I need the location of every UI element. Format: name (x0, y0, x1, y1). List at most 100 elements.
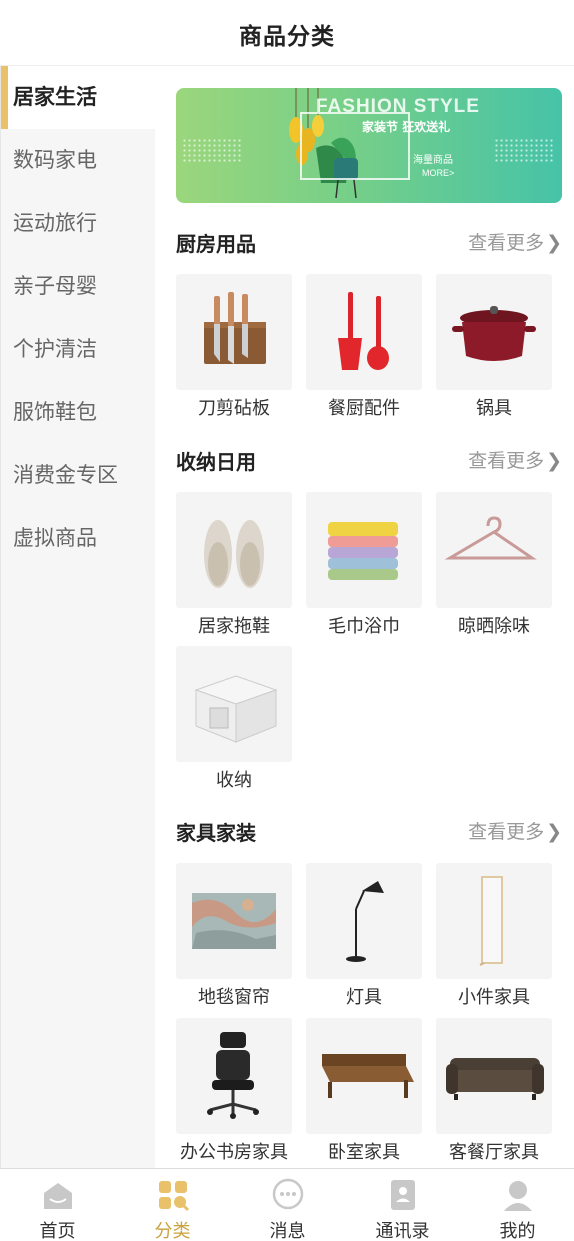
office-chair-icon (207, 1032, 259, 1119)
bed-icon (322, 1054, 414, 1098)
view-more-label: 查看更多 (468, 232, 545, 254)
knife-block-icon (204, 292, 266, 364)
banner-tagline: 海量商品 (413, 155, 453, 166)
product-thumbnail (436, 492, 552, 608)
product-thumbnail (176, 646, 292, 762)
view-more-link[interactable]: 查看更多 ❯ (468, 228, 562, 255)
category-label: 小件家具 (458, 987, 530, 1008)
product-thumbnail (436, 1018, 552, 1134)
category-label: 办公书房家具 (180, 1142, 288, 1163)
sidebar-item-sports-travel[interactable]: 运动旅行 (1, 192, 155, 255)
category-sidebar: 居家生活 数码家电 运动旅行 亲子母婴 个护清洁 服饰鞋包 消费金专区 虚拟商品 (0, 66, 155, 1168)
sofa-icon (446, 1058, 544, 1100)
category-tile[interactable]: 刀剪砧板 (176, 274, 292, 419)
chevron-right-icon: ❯ (546, 232, 562, 254)
product-thumbnail (176, 274, 292, 390)
category-tile[interactable]: 居家拖鞋 (176, 492, 292, 637)
page-title: 商品分类 (239, 24, 335, 50)
tab-messages[interactable]: 消息 (230, 1169, 345, 1241)
category-tile[interactable]: 晾晒除味 (436, 492, 552, 637)
header-bar: 商品分类 (0, 0, 574, 66)
category-icon (159, 1181, 190, 1212)
sidebar-item-personal-care[interactable]: 个护清洁 (1, 318, 155, 381)
category-tile[interactable]: 小件家具 (436, 863, 552, 1008)
sidebar-item-digital[interactable]: 数码家电 (1, 129, 155, 192)
floor-lamp-icon (346, 881, 384, 962)
sidebar-item-parent-baby[interactable]: 亲子母婴 (1, 255, 155, 318)
user-icon (504, 1181, 532, 1211)
banner-more-link[interactable]: MORE> (422, 168, 454, 178)
view-more-label: 查看更多 (468, 821, 545, 843)
pot-icon (452, 306, 536, 361)
category-label: 晾晒除味 (458, 616, 530, 637)
product-thumbnail (306, 1018, 422, 1134)
tab-contacts[interactable]: 通讯录 (345, 1169, 460, 1241)
view-more-label: 查看更多 (468, 450, 545, 472)
message-icon (272, 1178, 304, 1210)
category-tile[interactable]: 灯具 (306, 863, 422, 1008)
banner-subtitle: 家装节 狂欢送礼 (362, 120, 451, 134)
product-thumbnail (306, 863, 422, 979)
tab-category[interactable]: 分类 (115, 1169, 230, 1241)
tab-label: 消息 (269, 1221, 306, 1241)
category-tile[interactable]: 办公书房家具 (176, 1018, 292, 1163)
category-label: 刀剪砧板 (198, 398, 270, 419)
mirror-icon (479, 876, 503, 966)
tab-label: 通讯录 (375, 1221, 430, 1241)
storage-box-icon (194, 675, 278, 743)
sidebar-item-virtual-goods[interactable]: 虚拟商品 (1, 507, 155, 570)
category-content: FASHION STYLE 家装节 狂欢送礼 海量商品 MORE> 厨房用品 查… (155, 66, 574, 1168)
category-label: 居家拖鞋 (198, 616, 270, 637)
category-tile[interactable]: 卧室家具 (306, 1018, 422, 1163)
tab-label: 首页 (39, 1221, 76, 1241)
section-title: 厨房用品 (176, 232, 256, 256)
dot-pattern-decoration (494, 138, 554, 164)
product-thumbnail (176, 1018, 292, 1134)
towels-icon (328, 522, 398, 580)
hanger-icon (444, 516, 537, 560)
sidebar-item-home-living[interactable]: 居家生活 (1, 66, 155, 129)
category-label: 锅具 (476, 398, 512, 419)
banner-title: FASHION STYLE (316, 96, 480, 117)
product-thumbnail (176, 863, 292, 979)
contacts-icon (391, 1180, 415, 1210)
category-tile[interactable]: 餐厨配件 (306, 274, 422, 419)
category-tile[interactable]: 锅具 (436, 274, 552, 419)
sidebar-item-consumer-credit[interactable]: 消费金专区 (1, 444, 155, 507)
section-header-kitchen: 厨房用品 查看更多 ❯ (176, 228, 562, 258)
section-header-storage: 收纳日用 查看更多 ❯ (176, 446, 562, 476)
dot-pattern-decoration (182, 138, 242, 164)
category-label: 卧室家具 (328, 1142, 400, 1163)
category-tile[interactable]: 毛巾浴巾 (306, 492, 422, 637)
sidebar-item-apparel[interactable]: 服饰鞋包 (1, 381, 155, 444)
category-label: 地毯窗帘 (198, 987, 270, 1008)
category-tile[interactable]: 客餐厅家具 (436, 1018, 552, 1163)
product-thumbnail (306, 274, 422, 390)
product-thumbnail (436, 274, 552, 390)
chevron-right-icon: ❯ (546, 450, 562, 472)
product-thumbnail (176, 492, 292, 608)
product-thumbnail (436, 863, 552, 979)
tab-label: 我的 (499, 1221, 536, 1241)
view-more-link[interactable]: 查看更多 ❯ (468, 817, 562, 844)
tab-label: 分类 (154, 1221, 191, 1241)
category-label: 餐厨配件 (328, 398, 400, 419)
rug-icon (192, 893, 276, 949)
section-title: 家具家装 (176, 821, 256, 845)
chevron-right-icon: ❯ (546, 821, 562, 843)
section-header-furniture: 家具家装 查看更多 ❯ (176, 817, 562, 847)
category-tile[interactable]: 收纳 (176, 646, 292, 791)
home-icon (44, 1183, 72, 1209)
category-label: 客餐厅家具 (449, 1142, 539, 1163)
spatula-ladle-icon (338, 292, 389, 370)
category-label: 收纳 (216, 770, 252, 791)
category-tile[interactable]: 地毯窗帘 (176, 863, 292, 1008)
tab-home[interactable]: 首页 (0, 1169, 115, 1241)
promo-banner[interactable]: FASHION STYLE 家装节 狂欢送礼 海量商品 MORE> (176, 88, 562, 203)
slippers-icon (204, 520, 264, 588)
view-more-link[interactable]: 查看更多 ❯ (468, 446, 562, 473)
product-thumbnail (306, 492, 422, 608)
tab-me[interactable]: 我的 (460, 1169, 574, 1241)
section-title: 收纳日用 (176, 450, 256, 474)
bottom-tab-bar: 首页 分类 消息 通讯录 我的 (0, 1168, 574, 1241)
